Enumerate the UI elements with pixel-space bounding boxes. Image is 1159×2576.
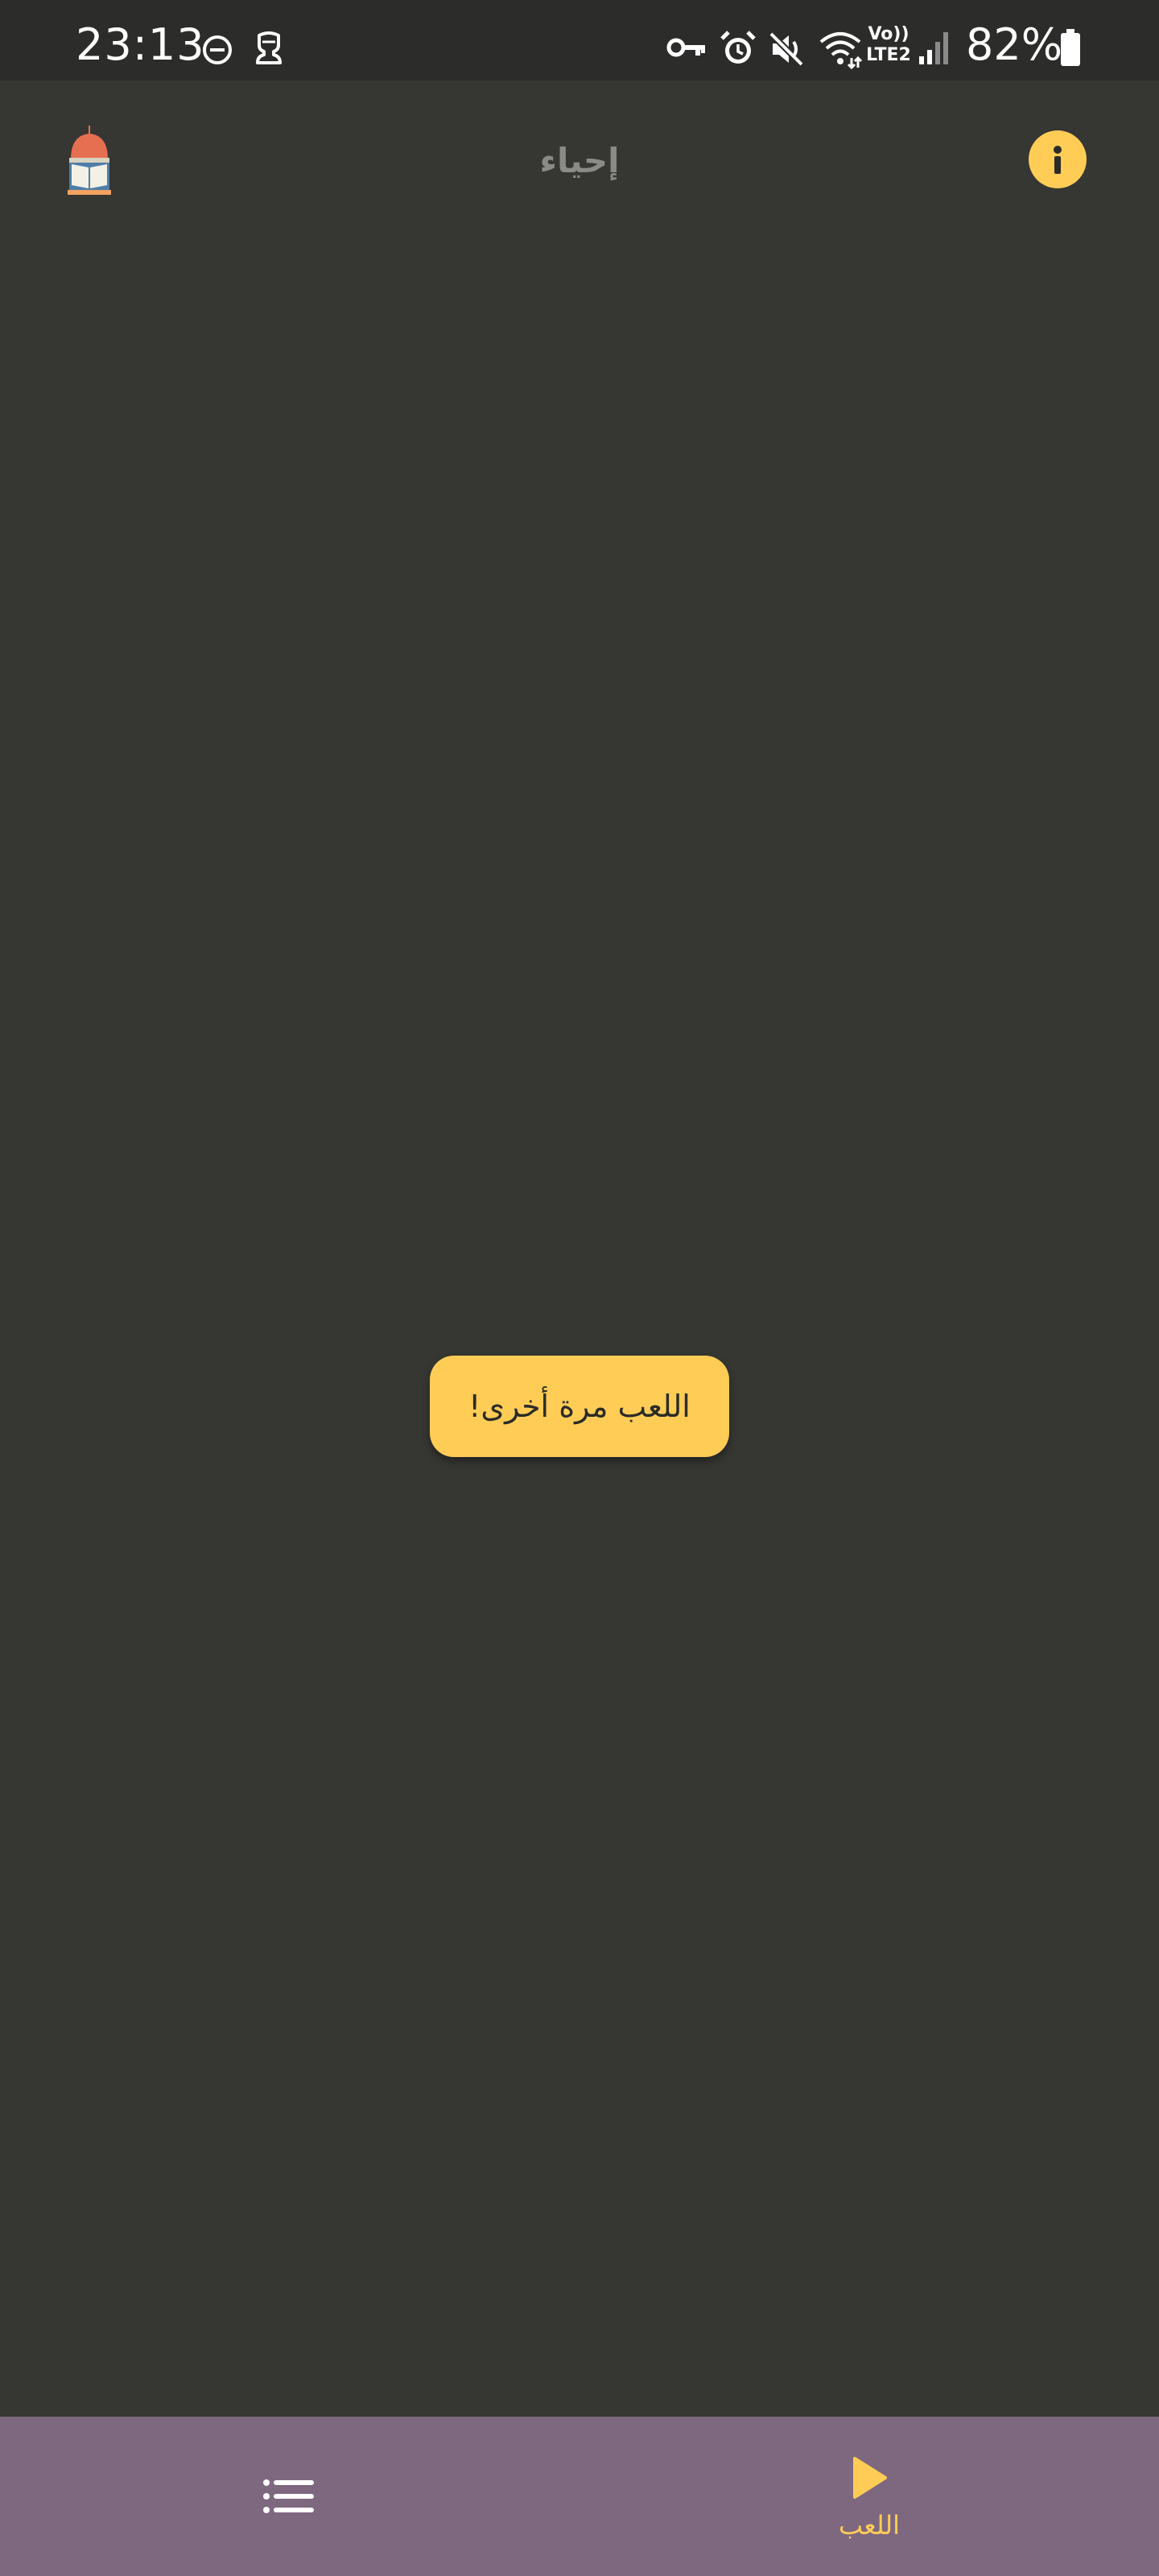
app-bar: إحياء — [0, 80, 1159, 242]
status-bar: 23:13 Vo)) LTE2 82% — [0, 0, 1159, 80]
battery-icon — [1061, 29, 1080, 66]
play-icon — [853, 2457, 887, 2499]
nav-item-list[interactable] — [0, 2417, 580, 2576]
do-not-disturb-icon — [203, 35, 232, 64]
signal-icon — [919, 32, 948, 64]
vpn-key-icon — [666, 38, 705, 57]
wifi-icon — [819, 32, 863, 69]
list-icon — [263, 2479, 314, 2513]
network-type-label: Vo)) LTE2 — [866, 24, 911, 65]
bottom-navigation: اللعب — [0, 2417, 1159, 2576]
mute-icon — [769, 31, 804, 67]
info-button[interactable] — [1029, 130, 1087, 188]
app-notification-icon — [256, 31, 282, 64]
play-again-button[interactable]: اللعب مرة أخرى! — [430, 1356, 729, 1457]
alarm-icon — [720, 31, 756, 64]
app-title: إحياء — [539, 141, 620, 180]
status-time: 23:13 — [76, 19, 205, 70]
battery-percent: 82% — [966, 19, 1063, 70]
main-content: اللعب مرة أخرى! — [0, 242, 1159, 2417]
nav-play-label: اللعب — [838, 2510, 901, 2541]
info-icon — [1054, 146, 1062, 174]
mosque-book-logo — [68, 126, 111, 195]
nav-item-play[interactable]: اللعب — [580, 2417, 1159, 2576]
